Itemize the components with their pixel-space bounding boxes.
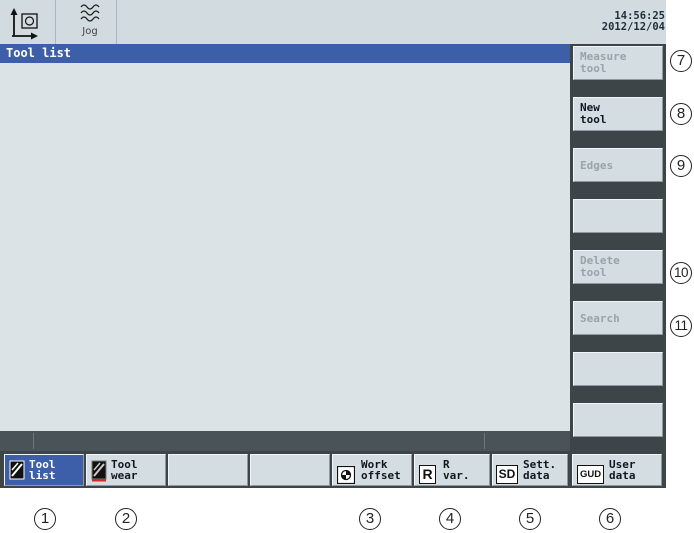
status-divider — [484, 433, 485, 449]
tool-list-content-area — [0, 63, 570, 431]
status-divider — [33, 433, 34, 449]
softkey-r-variables[interactable]: R R var. — [414, 454, 490, 486]
r-variable-icon: R — [419, 465, 436, 484]
softkey-label: R var. — [443, 458, 470, 482]
clock: 14:56:25 2012/12/04 — [602, 11, 665, 33]
softkey-delete-tool[interactable]: Delete tool — [573, 250, 663, 284]
callout-1: 1 — [34, 508, 56, 530]
softkey-label: Tool list — [29, 458, 56, 482]
top-status-bar: Jog 14:56:25 2012/12/04 — [0, 0, 666, 44]
date-display: 2012/12/04 — [601, 21, 665, 33]
top-divider — [55, 0, 56, 44]
softkey-work-offset[interactable]: Work offset — [332, 454, 412, 486]
softkey-user-data[interactable]: GUD User data — [572, 454, 662, 486]
vertical-softkey-bar: Measure tool New tool Edges Delete tool … — [570, 44, 666, 451]
tool-wear-icon — [91, 460, 107, 486]
window-title: Tool list — [6, 46, 72, 60]
jog-wave-icon — [80, 4, 100, 22]
mode-label: Jog — [82, 26, 98, 37]
horizontal-softkey-bar: Tool list Tool wear Work offset R R var.… — [0, 451, 666, 488]
setting-data-icon: SD — [496, 465, 518, 484]
status-line — [0, 431, 570, 451]
softkey-empty-8[interactable] — [573, 403, 663, 437]
callout-9: 9 — [670, 155, 692, 177]
callout-6: 6 — [599, 508, 621, 530]
softkey-measure-tool[interactable]: Measure tool — [573, 46, 663, 80]
softkey-tool-list[interactable]: Tool list — [4, 454, 84, 486]
softkey-new-tool[interactable]: New tool — [573, 97, 663, 131]
softkey-label: Sett. data — [523, 458, 557, 482]
softkey-tool-wear[interactable]: Tool wear — [86, 454, 166, 486]
callout-3: 3 — [359, 508, 381, 530]
softkey-label: Work offset — [361, 458, 401, 482]
callout-10: 10 — [670, 262, 692, 284]
softkey-empty-4[interactable] — [250, 454, 330, 486]
hmi-screen: Jog 14:56:25 2012/12/04 Tool list Measur… — [0, 0, 666, 488]
user-data-icon: GUD — [577, 465, 604, 484]
softkey-empty-4[interactable] — [573, 199, 663, 233]
top-divider — [116, 0, 117, 44]
callout-4: 4 — [439, 508, 461, 530]
softkey-search[interactable]: Search — [573, 301, 663, 335]
window-title-bar: Tool list — [0, 44, 570, 63]
work-offset-icon — [336, 465, 356, 488]
callout-7: 7 — [670, 50, 692, 72]
callout-5: 5 — [519, 508, 541, 530]
machine-axis-icon — [8, 6, 46, 40]
softkey-empty-3[interactable] — [168, 454, 248, 486]
softkey-setting-data[interactable]: SD Sett. data — [492, 454, 568, 486]
softkey-label: Tool wear — [111, 458, 138, 482]
callout-8: 8 — [670, 103, 692, 125]
softkey-empty-7[interactable] — [573, 352, 663, 386]
softkey-edges[interactable]: Edges — [573, 148, 663, 182]
callout-11: 11 — [670, 315, 692, 337]
jog-mode-indicator: Jog — [66, 2, 114, 42]
tool-list-icon — [9, 460, 25, 484]
callout-2: 2 — [115, 508, 137, 530]
softkey-label: User data — [609, 458, 636, 482]
